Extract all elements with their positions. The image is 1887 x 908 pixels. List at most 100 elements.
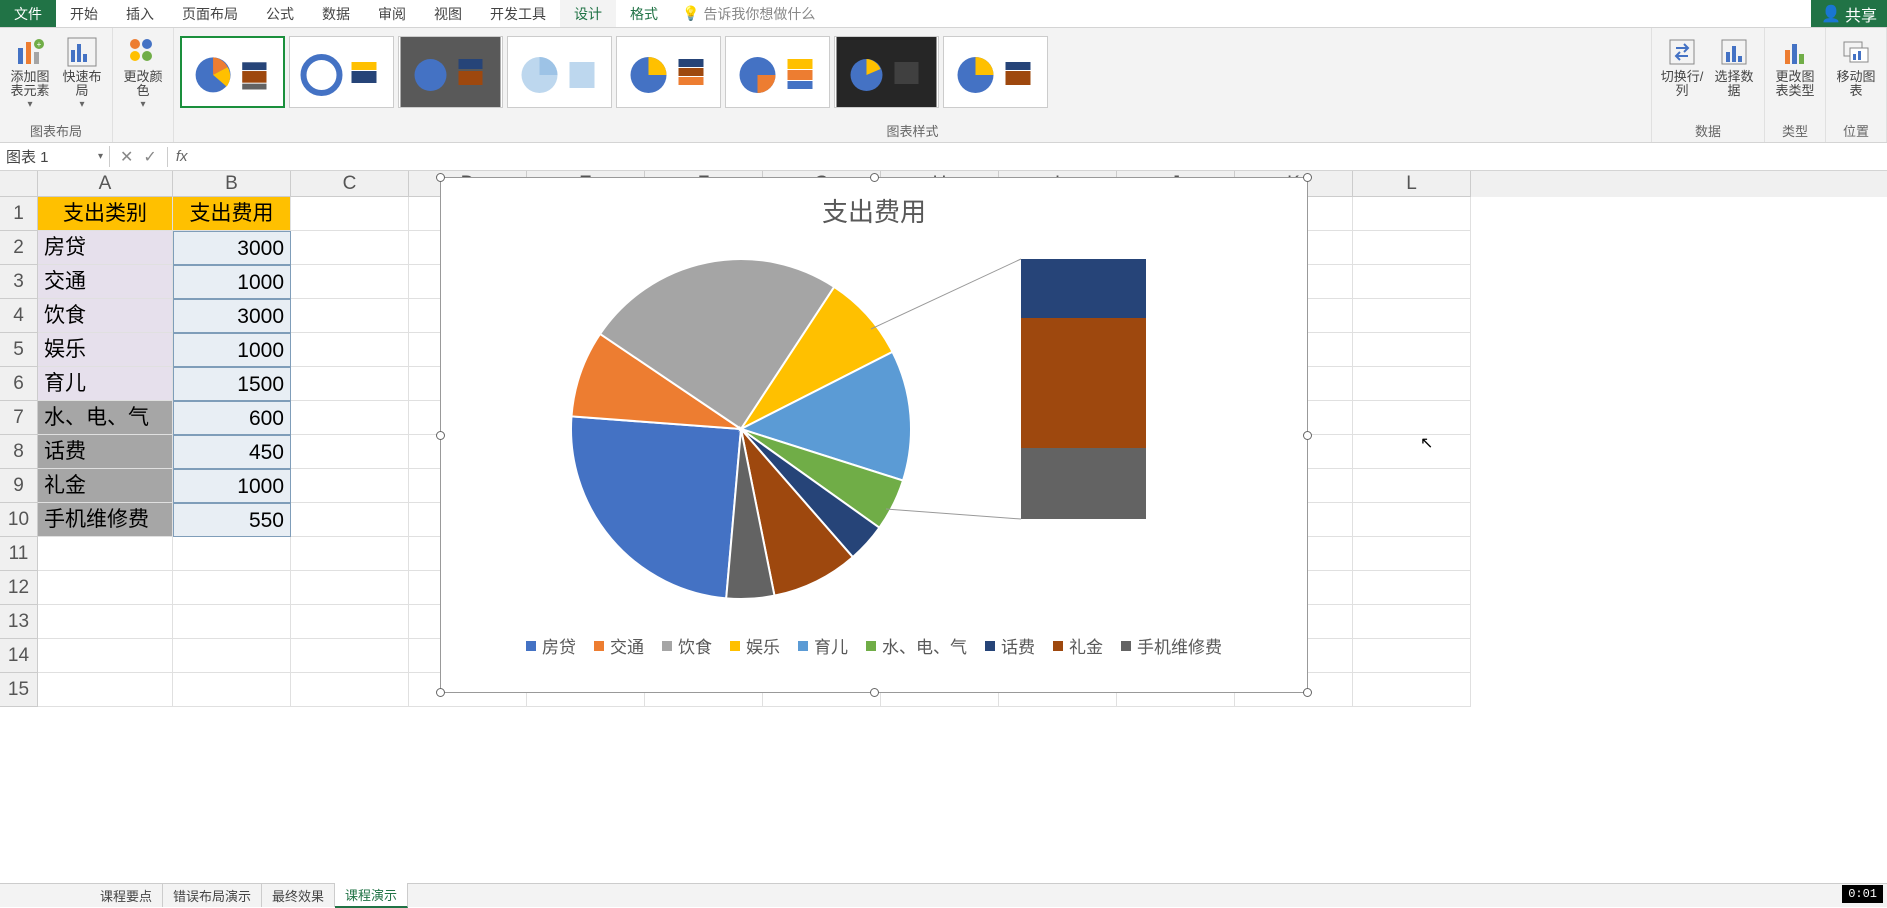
cell-C15[interactable]: [291, 673, 409, 707]
cell-B11[interactable]: [173, 537, 291, 571]
cell-A14[interactable]: [38, 639, 173, 673]
column-header-B[interactable]: B: [173, 171, 291, 197]
cell-L4[interactable]: [1353, 299, 1471, 333]
cell-L5[interactable]: [1353, 333, 1471, 367]
chart-style-2[interactable]: [289, 36, 394, 108]
tab-file[interactable]: 文件: [0, 0, 56, 27]
cell-L12[interactable]: [1353, 571, 1471, 605]
cell-L9[interactable]: [1353, 469, 1471, 503]
tab-developer[interactable]: 开发工具: [476, 0, 560, 27]
row-header[interactable]: 13: [0, 605, 38, 639]
legend-item-育儿[interactable]: 育儿: [798, 633, 848, 658]
resize-handle[interactable]: [1303, 688, 1312, 697]
bar-segment-话费[interactable]: [1021, 259, 1146, 318]
resize-handle[interactable]: [870, 688, 879, 697]
sheet-tab-3[interactable]: 课程演示: [335, 883, 408, 908]
sheet-tab-1[interactable]: 错误布局演示: [163, 884, 262, 907]
cell-A2[interactable]: 房贷: [38, 231, 173, 265]
column-header-C[interactable]: C: [291, 171, 409, 197]
cell-A1[interactable]: 支出类别: [38, 197, 173, 231]
cell-C2[interactable]: [291, 231, 409, 265]
row-header[interactable]: 14: [0, 639, 38, 673]
row-header[interactable]: 7: [0, 401, 38, 435]
tab-design[interactable]: 设计: [560, 0, 616, 27]
cell-C10[interactable]: [291, 503, 409, 537]
chart-style-3[interactable]: [398, 36, 503, 108]
embedded-chart[interactable]: 支出费用 房贷交通饮食娱乐育儿水、电、气话费礼金手机维修费: [440, 177, 1308, 693]
quick-layout-button[interactable]: 快速布局▾: [58, 32, 106, 112]
row-header[interactable]: 11: [0, 537, 38, 571]
cell-A7[interactable]: 水、电、气: [38, 401, 173, 435]
cell-A13[interactable]: [38, 605, 173, 639]
cell-L3[interactable]: [1353, 265, 1471, 299]
row-header[interactable]: 9: [0, 469, 38, 503]
cell-B6[interactable]: 1500: [173, 367, 291, 401]
cell-B1[interactable]: 支出费用: [173, 197, 291, 231]
formula-input[interactable]: [195, 143, 1887, 170]
row-header[interactable]: 3: [0, 265, 38, 299]
row-header[interactable]: 5: [0, 333, 38, 367]
cell-C7[interactable]: [291, 401, 409, 435]
chart-title[interactable]: 支出费用: [441, 178, 1307, 229]
tab-home[interactable]: 开始: [56, 0, 112, 27]
cell-A8[interactable]: 话费: [38, 435, 173, 469]
cell-C9[interactable]: [291, 469, 409, 503]
resize-handle[interactable]: [870, 173, 879, 182]
name-box[interactable]: 图表 1▾: [0, 146, 110, 167]
legend-item-手机维修费[interactable]: 手机维修费: [1121, 633, 1222, 658]
sheet-tab-2[interactable]: 最终效果: [262, 884, 335, 907]
cell-B14[interactable]: [173, 639, 291, 673]
cell-C3[interactable]: [291, 265, 409, 299]
chart-style-6[interactable]: [725, 36, 830, 108]
cell-L15[interactable]: [1353, 673, 1471, 707]
pie-slice-房贷[interactable]: [571, 416, 741, 598]
chart-style-5[interactable]: [616, 36, 721, 108]
worksheet[interactable]: ABCDEFGHIJKL 1支出类别支出费用2房贷30003交通10004饮食3…: [0, 171, 1887, 707]
row-header[interactable]: 8: [0, 435, 38, 469]
bar-segment-礼金[interactable]: [1021, 318, 1146, 448]
cell-C12[interactable]: [291, 571, 409, 605]
chart-style-8[interactable]: [943, 36, 1048, 108]
chart-style-4[interactable]: [507, 36, 612, 108]
row-header[interactable]: 6: [0, 367, 38, 401]
cell-C14[interactable]: [291, 639, 409, 673]
chart-style-1[interactable]: [180, 36, 285, 108]
cancel-icon[interactable]: ✕: [120, 147, 133, 167]
column-header-L[interactable]: L: [1353, 171, 1471, 197]
legend-item-交通[interactable]: 交通: [594, 633, 644, 658]
chart-plot-area[interactable]: [441, 229, 1307, 629]
row-header[interactable]: 2: [0, 231, 38, 265]
cell-C5[interactable]: [291, 333, 409, 367]
cell-C4[interactable]: [291, 299, 409, 333]
share-button[interactable]: 👤 共享: [1811, 0, 1887, 27]
resize-handle[interactable]: [436, 688, 445, 697]
cell-L1[interactable]: [1353, 197, 1471, 231]
cell-C6[interactable]: [291, 367, 409, 401]
row-header[interactable]: 1: [0, 197, 38, 231]
cell-C8[interactable]: [291, 435, 409, 469]
cell-A11[interactable]: [38, 537, 173, 571]
tab-formulas[interactable]: 公式: [252, 0, 308, 27]
cell-B9[interactable]: 1000: [173, 469, 291, 503]
cell-L11[interactable]: [1353, 537, 1471, 571]
tab-data[interactable]: 数据: [308, 0, 364, 27]
resize-handle[interactable]: [436, 173, 445, 182]
column-header-A[interactable]: A: [38, 171, 173, 197]
confirm-icon[interactable]: ✓: [143, 147, 156, 167]
cell-B15[interactable]: [173, 673, 291, 707]
cell-B4[interactable]: 3000: [173, 299, 291, 333]
legend-item-水、电、气[interactable]: 水、电、气: [866, 633, 967, 658]
fx-label[interactable]: fx: [168, 148, 196, 165]
cell-A10[interactable]: 手机维修费: [38, 503, 173, 537]
select-data-button[interactable]: 选择数据: [1710, 32, 1758, 98]
tell-me[interactable]: 💡 告诉我你想做什么: [682, 0, 815, 27]
switch-row-column-button[interactable]: 切换行/列: [1658, 32, 1706, 98]
resize-handle[interactable]: [1303, 173, 1312, 182]
cell-L10[interactable]: [1353, 503, 1471, 537]
tab-view[interactable]: 视图: [420, 0, 476, 27]
cell-B10[interactable]: 550: [173, 503, 291, 537]
cell-L8[interactable]: [1353, 435, 1471, 469]
legend-item-礼金[interactable]: 礼金: [1053, 633, 1103, 658]
change-colors-button[interactable]: 更改颜色▾: [119, 32, 167, 112]
cell-L13[interactable]: [1353, 605, 1471, 639]
